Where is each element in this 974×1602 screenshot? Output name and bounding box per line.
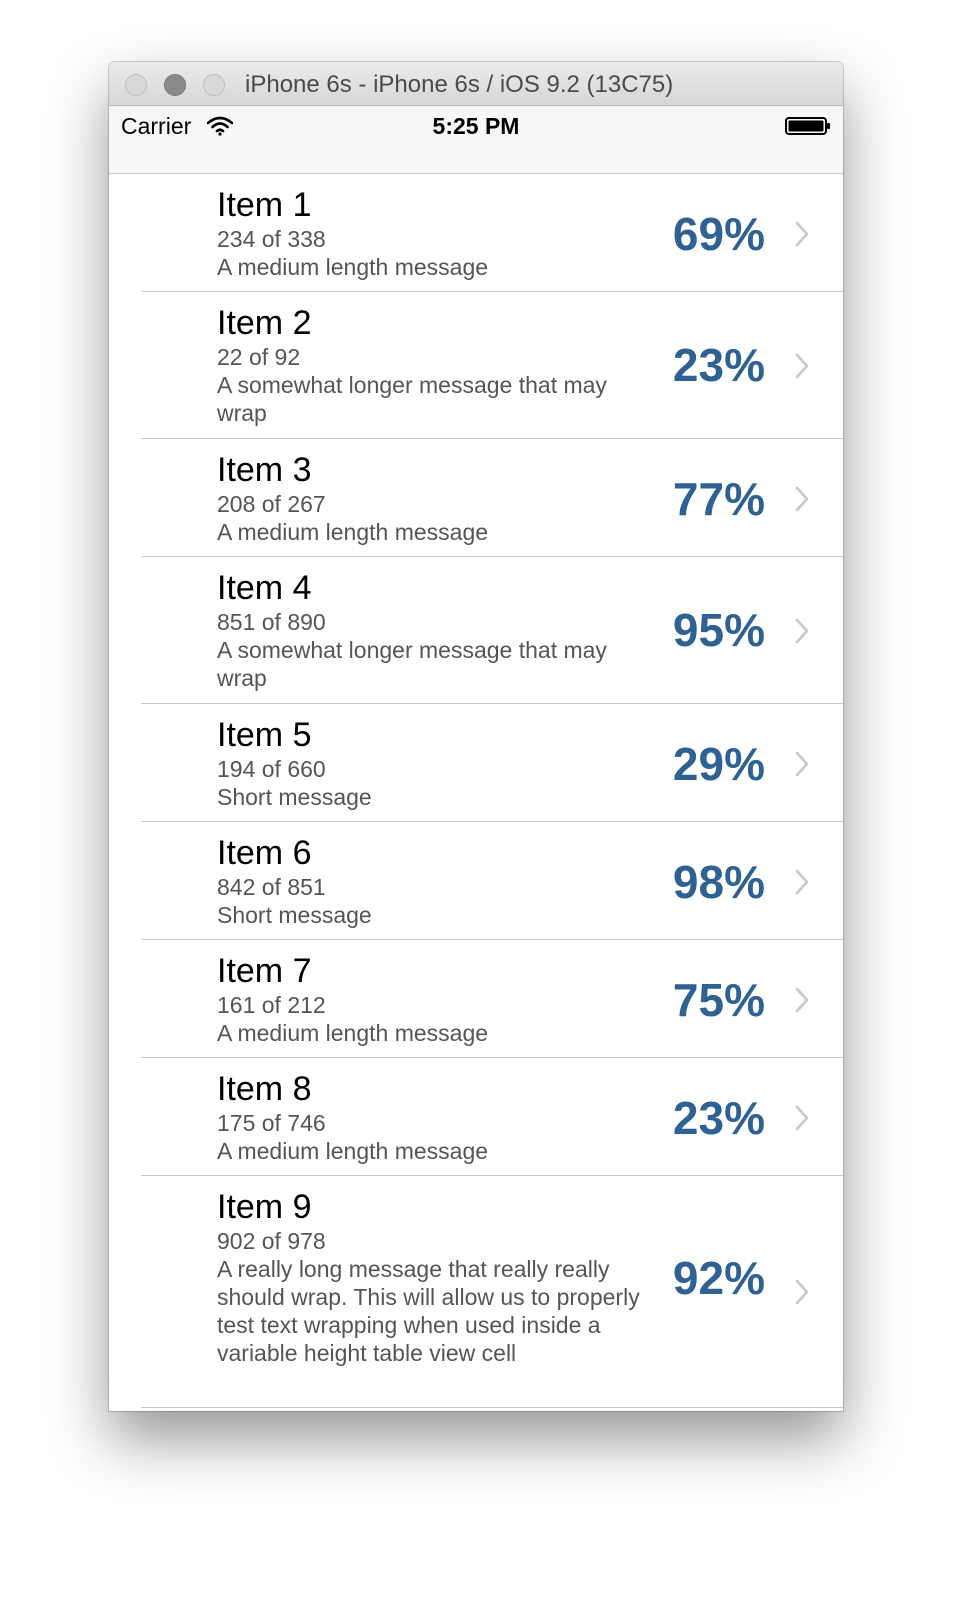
zoom-window-button[interactable] [203, 74, 225, 96]
row-text: Item 1 234 of 338 A medium length messag… [217, 185, 657, 281]
row-title: Item 5 [217, 716, 312, 754]
row-percent: 29% [672, 738, 765, 790]
chevron-right-icon [795, 751, 809, 777]
row-text: Item 2 22 of 92 A somewhat longer messag… [217, 303, 657, 427]
chevron-right-icon [795, 869, 809, 895]
row-title: Item 3 [217, 451, 312, 489]
chevron-right-icon [795, 1105, 809, 1131]
row-percent: 23% [672, 339, 765, 391]
close-window-button[interactable] [125, 74, 147, 96]
row-percent: 23% [672, 1092, 765, 1144]
table-row[interactable]: Item 9 902 of 978 A really long message … [109, 1176, 843, 1408]
chevron-right-icon [795, 486, 809, 512]
row-title: Item 4 [217, 569, 312, 607]
row-percent: 69% [672, 208, 765, 260]
table-row[interactable]: Item 4 851 of 890 A somewhat longer mess… [109, 557, 843, 704]
ios-status-bar: Carrier 5:25 PM [109, 106, 843, 174]
row-count: 234 of 338 [217, 226, 326, 252]
row-title: Item 6 [217, 834, 312, 872]
row-title: Item 2 [217, 304, 312, 342]
minimize-window-button[interactable] [164, 74, 186, 96]
row-count: 194 of 660 [217, 756, 326, 782]
table-row[interactable]: Item 8 175 of 746 A medium length messag… [109, 1058, 843, 1176]
battery-icon [785, 117, 830, 135]
row-percent: 77% [672, 473, 765, 525]
row-text: Item 4 851 of 890 A somewhat longer mess… [217, 568, 657, 692]
row-count: 851 of 890 [217, 609, 326, 635]
row-message: A medium length message [217, 254, 489, 280]
table-row[interactable]: Item 3 208 of 267 A medium length messag… [109, 439, 843, 557]
row-count: 161 of 212 [217, 992, 326, 1018]
row-message: A medium length message [217, 519, 489, 545]
row-title: Item 8 [217, 1070, 312, 1108]
row-text: Item 6 842 of 851 Short message [217, 833, 657, 929]
row-count: 208 of 267 [217, 491, 326, 517]
table-row[interactable]: Item 2 22 of 92 A somewhat longer messag… [109, 292, 843, 439]
row-percent: 92% [672, 1252, 765, 1304]
row-percent: 98% [672, 856, 765, 908]
row-message: Short message [217, 784, 372, 810]
row-title: Item 7 [217, 952, 312, 990]
simulator-window: iPhone 6s - iPhone 6s / iOS 9.2 (13C75) … [109, 62, 843, 1411]
chevron-right-icon [795, 987, 809, 1013]
row-text: Item 7 161 of 212 A medium length messag… [217, 951, 657, 1047]
row-title: Item 1 [217, 186, 312, 224]
row-title: Item 9 [217, 1188, 312, 1226]
row-message: A somewhat longer message that may wrap [217, 637, 607, 691]
chevron-right-icon [795, 1279, 809, 1305]
row-text: Item 5 194 of 660 Short message [217, 715, 657, 811]
row-count: 842 of 851 [217, 874, 326, 900]
chevron-right-icon [795, 353, 809, 379]
table-row[interactable]: Item 7 161 of 212 A medium length messag… [109, 940, 843, 1058]
row-percent: 95% [672, 604, 765, 656]
row-text: Item 8 175 of 746 A medium length messag… [217, 1069, 657, 1165]
row-message: A medium length message [217, 1138, 489, 1164]
chevron-right-icon [795, 618, 809, 644]
items-table: Item 1 234 of 338 A medium length messag… [109, 174, 843, 1408]
row-message: A medium length message [217, 1020, 489, 1046]
row-text: Item 9 902 of 978 A really long message … [217, 1187, 657, 1367]
table-row[interactable]: Item 1 234 of 338 A medium length messag… [109, 174, 843, 292]
status-time: 5:25 PM [432, 113, 520, 139]
chevron-right-icon [795, 221, 809, 247]
row-count: 902 of 978 [217, 1228, 326, 1254]
row-text: Item 3 208 of 267 A medium length messag… [217, 450, 657, 546]
row-message: A somewhat longer message that may wrap [217, 372, 607, 426]
window-titlebar[interactable]: iPhone 6s - iPhone 6s / iOS 9.2 (13C75) [109, 62, 843, 106]
row-percent: 75% [672, 974, 765, 1026]
row-message: A really long message that really really… [217, 1256, 640, 1366]
row-message: Short message [217, 902, 372, 928]
window-title: iPhone 6s - iPhone 6s / iOS 9.2 (13C75) [245, 71, 674, 98]
row-count: 22 of 92 [217, 344, 301, 370]
row-count: 175 of 746 [217, 1110, 326, 1136]
table-row[interactable]: Item 5 194 of 660 Short message 29% [109, 704, 843, 822]
table-row[interactable]: Item 6 842 of 851 Short message 98% [109, 822, 843, 940]
